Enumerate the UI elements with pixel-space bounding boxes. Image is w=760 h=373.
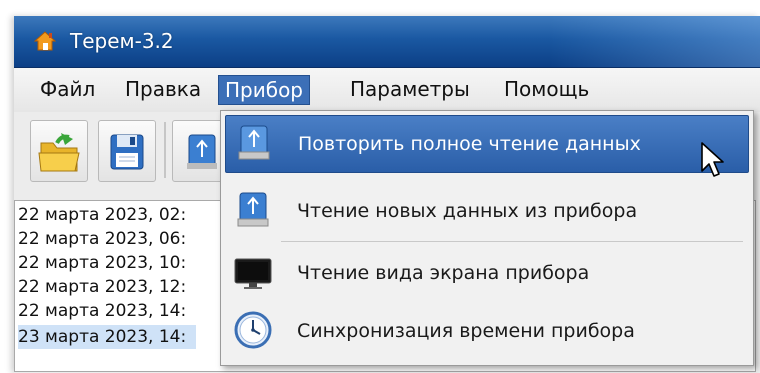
window-title: Терем-3.2 <box>70 29 174 53</box>
usb-device-icon <box>238 125 270 160</box>
menu-item-label: Повторить полное чтение данных <box>298 133 641 155</box>
home-icon <box>34 31 56 51</box>
list-item[interactable]: 22 марта 2023, 10: <box>18 251 186 275</box>
mouse-cursor-icon <box>701 142 724 177</box>
menu-device[interactable]: Прибор <box>218 75 310 105</box>
title-bar-gloss <box>550 16 760 67</box>
menu-item-label: Синхронизация времени прибора <box>297 320 635 342</box>
menu-item-label: Чтение вида экрана прибора <box>297 262 590 284</box>
list-item[interactable]: 22 марта 2023, 02: <box>18 203 186 227</box>
menu-item-sync-time[interactable]: Синхронизация времени прибора <box>225 303 747 359</box>
toolbar-separator <box>164 122 166 178</box>
usb-device-icon <box>237 192 269 227</box>
open-folder-icon <box>38 133 80 172</box>
list-item[interactable]: 22 марта 2023, 14: <box>18 299 186 323</box>
title-bar[interactable]: Терем-3.2 <box>14 16 760 68</box>
menu-item-repeat-full-read[interactable]: Повторить полное чтение данных <box>225 115 749 173</box>
clock-icon <box>234 311 272 349</box>
menu-edit[interactable]: Правка <box>119 75 207 103</box>
save-button[interactable] <box>98 120 156 182</box>
monitor-icon <box>234 258 272 289</box>
list-item[interactable]: 22 марта 2023, 12: <box>18 275 186 299</box>
open-button[interactable] <box>30 120 88 182</box>
menu-parameters[interactable]: Параметры <box>344 75 476 103</box>
menu-item-label: Чтение новых данных из прибора <box>297 200 638 222</box>
menu-file[interactable]: Файл <box>34 75 101 103</box>
list-item-selected[interactable]: 23 марта 2023, 14: <box>18 325 197 349</box>
save-disk-icon <box>110 134 144 170</box>
menu-bar: Файл Правка Прибор Параметры Помощь <box>14 68 760 112</box>
menu-item-read-new-data[interactable]: Чтение новых данных из прибора <box>225 183 747 239</box>
menu-separator <box>281 241 743 242</box>
device-menu-dropdown: Повторить полное чтение данных Чтение но… <box>220 110 754 366</box>
menu-item-read-screen[interactable]: Чтение вида экрана прибора <box>225 245 747 301</box>
list-item[interactable]: 22 марта 2023, 06: <box>18 227 186 251</box>
menu-help[interactable]: Помощь <box>498 75 595 103</box>
